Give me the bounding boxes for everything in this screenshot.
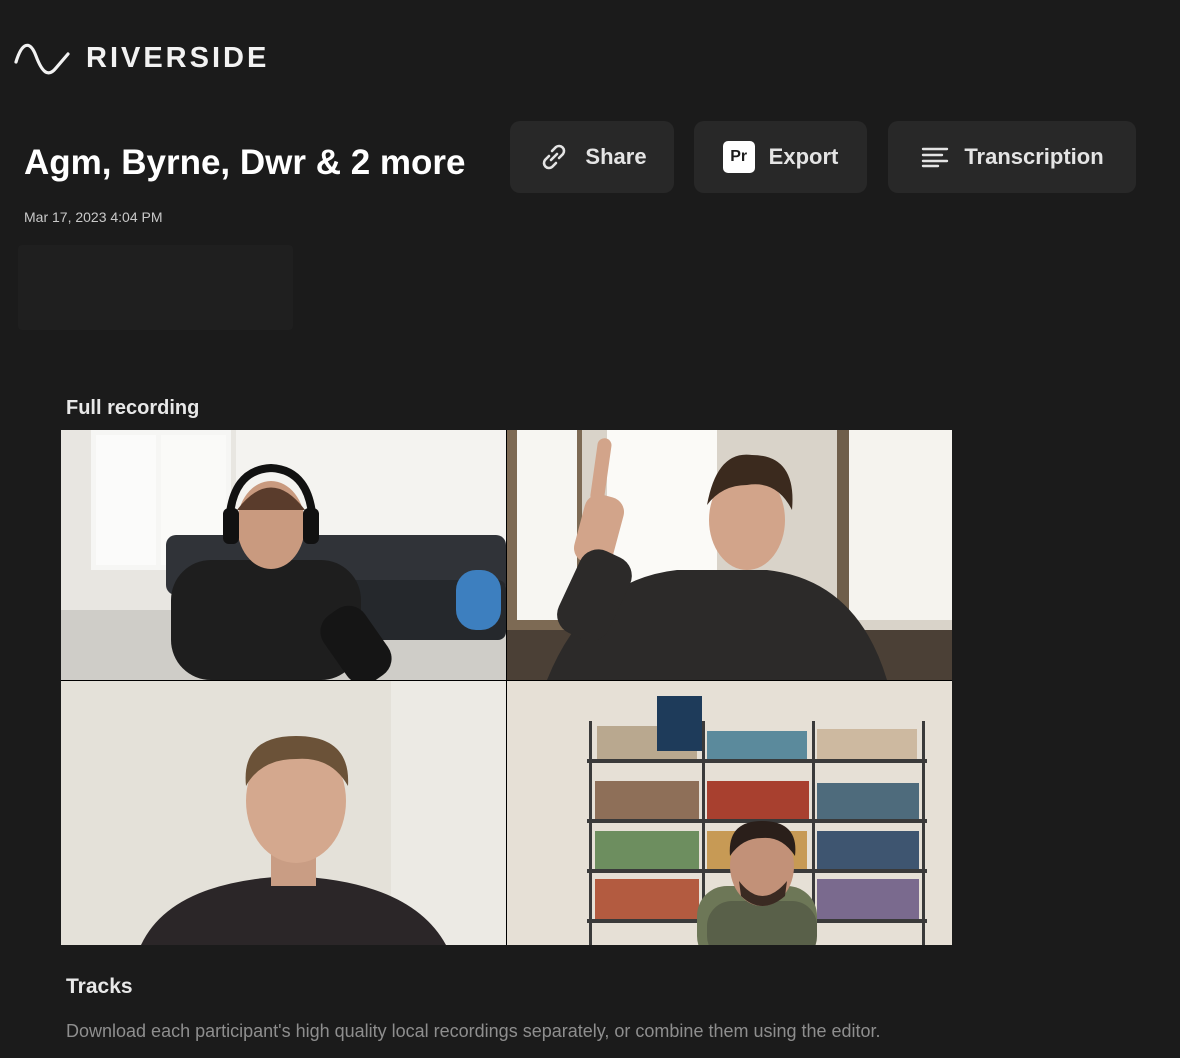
transcription-label: Transcription bbox=[964, 144, 1104, 169]
text-lines-icon bbox=[920, 145, 950, 169]
premiere-pro-icon: Pr bbox=[722, 141, 755, 173]
export-button[interactable]: Pr Export bbox=[694, 121, 867, 193]
full-recording-video[interactable] bbox=[61, 430, 952, 945]
link-icon bbox=[537, 140, 571, 174]
transcription-button[interactable]: Transcription bbox=[888, 121, 1136, 193]
full-recording-label: Full recording bbox=[66, 397, 200, 419]
brand-name: RIVERSIDE bbox=[86, 41, 270, 74]
tracks-label: Tracks bbox=[66, 975, 133, 998]
participant-3-video-tile bbox=[61, 681, 506, 945]
participant-4-video-tile bbox=[507, 681, 952, 945]
export-label: Export bbox=[768, 144, 839, 169]
wave-icon bbox=[14, 38, 70, 78]
recording-date: Mar 17, 2023 4:04 PM bbox=[24, 209, 163, 225]
recording-title: Agm, Byrne, Dwr & 2 more bbox=[24, 143, 466, 182]
participant-2-video-tile bbox=[507, 430, 952, 680]
tracks-description: Download each participant's high quality… bbox=[66, 1021, 881, 1041]
share-button[interactable]: Share bbox=[510, 121, 674, 193]
riverside-logo[interactable]: RIVERSIDE bbox=[14, 38, 269, 78]
participant-1-video-tile bbox=[61, 430, 506, 680]
share-label: Share bbox=[585, 144, 647, 169]
placeholder-panel bbox=[18, 245, 293, 330]
